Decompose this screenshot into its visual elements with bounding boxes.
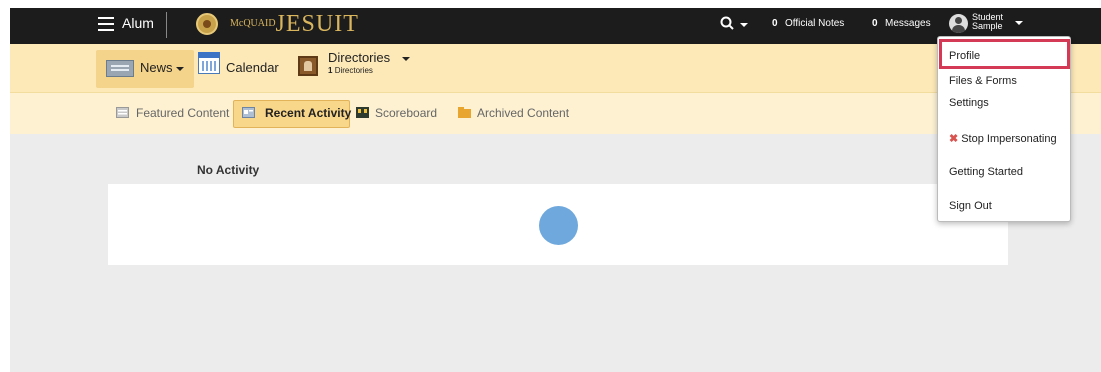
tab-archived-content[interactable]: Archived Content	[477, 106, 569, 120]
messages-count[interactable]: 0	[872, 18, 878, 29]
school-logo[interactable]: McQUAIDJESUIT	[230, 10, 359, 38]
tab-scoreboard[interactable]: Scoreboard	[375, 106, 437, 120]
official-notes-link[interactable]: Official Notes	[785, 18, 844, 29]
close-icon: ✖	[949, 133, 959, 145]
news-chevron-down-icon[interactable]	[176, 67, 184, 71]
logo-main-text: JESUIT	[275, 11, 359, 37]
menu-item-getting-started[interactable]: Getting Started	[949, 166, 1023, 178]
official-notes-count[interactable]: 0	[772, 18, 778, 29]
top-bar: Alum McQUAIDJESUIT 0 Official Notes 0 Me…	[0, 0, 1101, 44]
calendar-icon[interactable]	[198, 52, 220, 74]
menu-item-sign-out[interactable]: Sign Out	[949, 200, 992, 212]
archived-content-icon	[458, 107, 471, 118]
user-last-name: Sample	[972, 21, 1003, 31]
directories-count-text: 1 Directories	[328, 66, 373, 75]
nav-directories-label[interactable]: Directories	[328, 50, 390, 65]
directory-icon[interactable]	[298, 56, 318, 76]
menu-icon[interactable]	[98, 17, 114, 31]
directories-chevron-down-icon[interactable]	[402, 57, 410, 61]
tab-recent-activity-label: Recent Activity	[265, 106, 352, 120]
nav-news-label[interactable]: News	[140, 60, 173, 75]
news-icon	[106, 60, 134, 77]
empty-state-label: No Activity	[197, 163, 260, 177]
menu-item-stop-impersonating[interactable]: ✖ Stop Impersonating	[949, 132, 1057, 145]
directories-sub-label: Directories	[334, 66, 373, 75]
search-icon[interactable]	[720, 16, 734, 30]
search-chevron-down-icon[interactable]	[740, 23, 748, 27]
divider	[166, 12, 167, 38]
activity-card	[108, 184, 1008, 265]
user-menu-dropdown: Profile Files & Forms Settings ✖ Stop Imp…	[937, 36, 1071, 222]
nav-calendar-label[interactable]: Calendar	[226, 60, 279, 75]
scoreboard-icon	[356, 107, 369, 118]
featured-content-icon	[116, 107, 129, 118]
menu-item-files-forms[interactable]: Files & Forms	[949, 75, 1017, 87]
stop-impersonating-label: Stop Impersonating	[961, 133, 1057, 145]
recent-activity-icon	[242, 107, 255, 118]
avatar[interactable]	[949, 14, 968, 33]
directories-count: 1	[328, 66, 333, 75]
school-seal-logo	[196, 13, 218, 35]
tab-featured-content[interactable]: Featured Content	[136, 106, 229, 120]
app-switcher-label[interactable]: Alum	[122, 15, 154, 31]
menu-item-settings[interactable]: Settings	[949, 97, 989, 109]
user-menu-toggle[interactable]: Student Sample	[972, 13, 1003, 31]
user-chevron-down-icon[interactable]	[1015, 21, 1023, 25]
loading-spinner	[539, 206, 578, 245]
logo-small-text: McQUAID	[230, 18, 276, 29]
menu-item-profile[interactable]: Profile	[949, 50, 980, 62]
messages-link[interactable]: Messages	[885, 18, 931, 29]
